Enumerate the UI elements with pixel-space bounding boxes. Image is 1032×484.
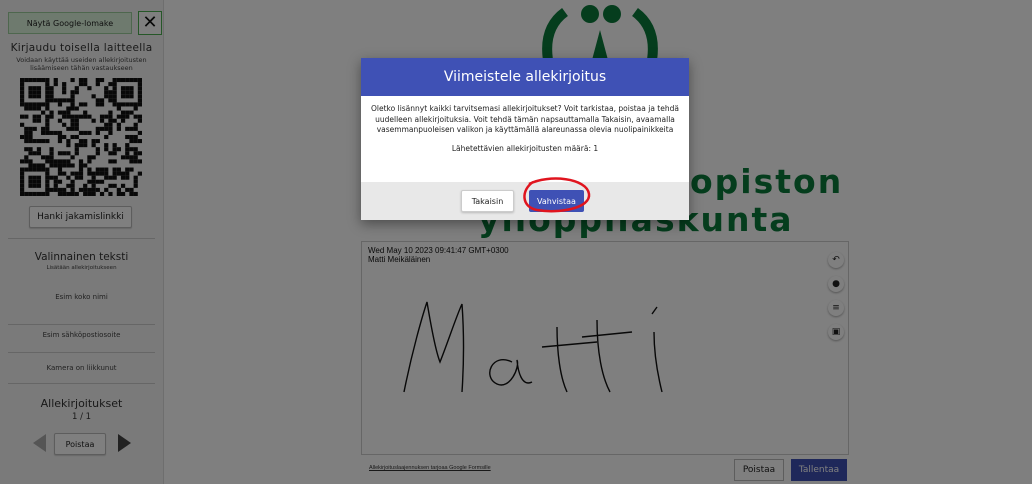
back-button[interactable]: Takaisin: [461, 190, 514, 212]
dialog-body: Oletko lisännyt kaikki tarvitsemasi alle…: [361, 96, 689, 154]
dialog-title: Viimeistele allekirjoitus: [361, 58, 689, 96]
app-page: Näytä Google-lomake ✕ Kirjaudu toisella …: [0, 0, 1032, 484]
dialog-message: Oletko lisännyt kaikki tarvitsemasi alle…: [371, 104, 679, 134]
dialog-signature-count: Lähetettävien allekirjoitusten määrä: 1: [451, 143, 599, 153]
annotation-circle: [523, 177, 591, 213]
